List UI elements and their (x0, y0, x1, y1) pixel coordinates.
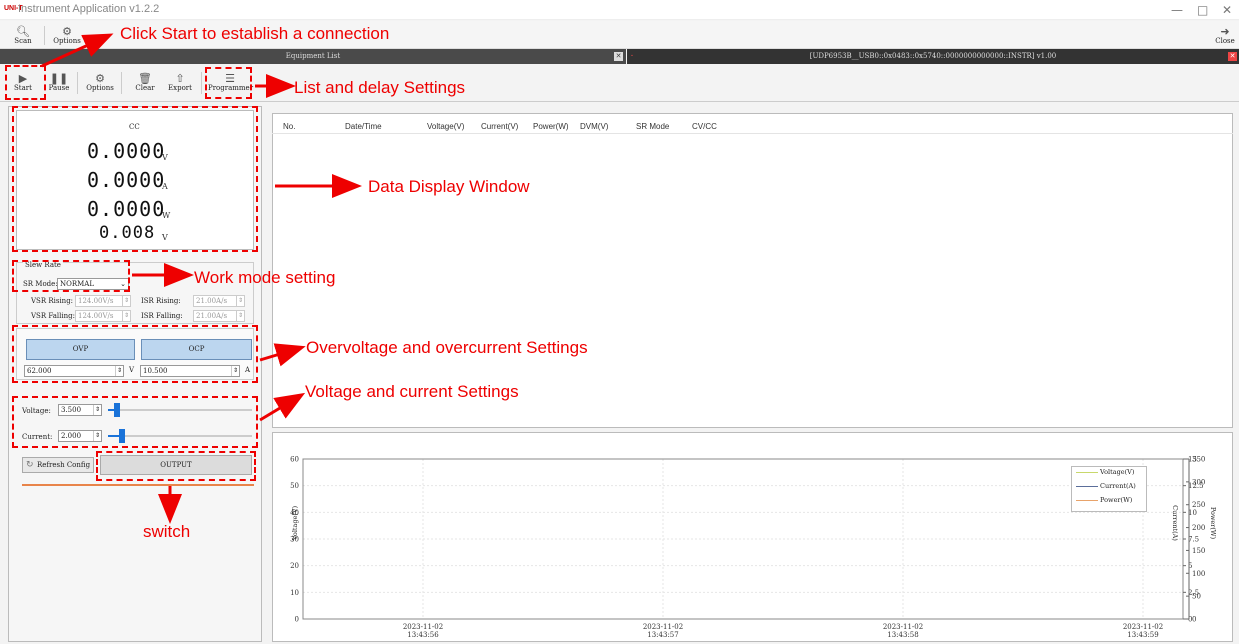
arrow-protection (259, 343, 306, 367)
annotation-work-mode: Work mode setting (194, 268, 336, 287)
annotation-arrows (41, 33, 362, 524)
arrow-setpoints (259, 392, 306, 422)
annotation-switch: switch (143, 522, 191, 541)
arrow-start (41, 33, 114, 68)
annotation-ovp-ocp: Overvoltage and overcurrent Settings (306, 338, 588, 357)
annotation-click-start: Click Start to establish a connection (120, 24, 390, 43)
annotation-voltage-current: Voltage and current Settings (305, 382, 519, 401)
annotation-list-delay: List and delay Settings (294, 78, 466, 97)
annotation-data-display: Data Display Window (368, 177, 530, 196)
